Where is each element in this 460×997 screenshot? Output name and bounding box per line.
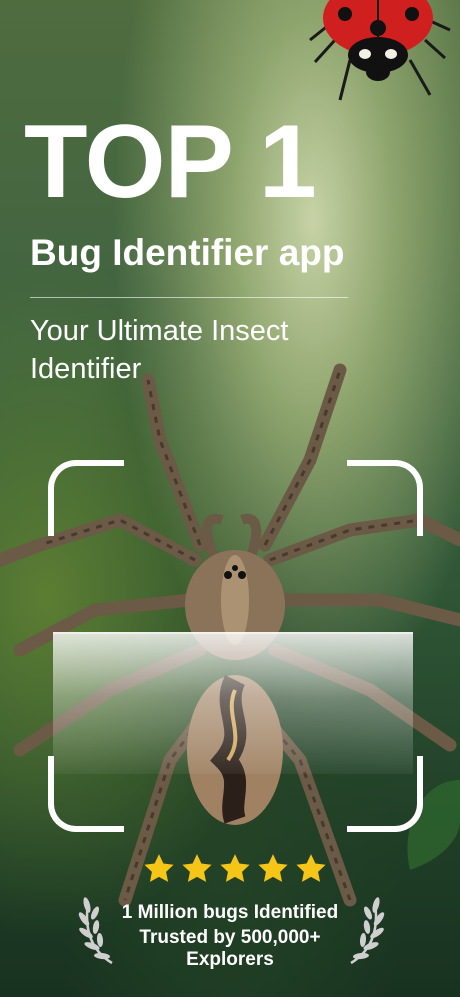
star-icon (296, 854, 326, 882)
scan-frame-corner-bottom-left (48, 756, 124, 832)
star-icon (144, 854, 174, 882)
tagline: Your Ultimate Insect Identifier (30, 315, 289, 385)
scan-frame-corner-bottom-right (347, 756, 423, 832)
scan-frame-corner-top-right (347, 460, 423, 536)
headline: TOP 1 (24, 104, 317, 220)
scan-frame-corner-top-left (48, 460, 124, 536)
scan-overlay (53, 632, 413, 774)
star-icon (182, 854, 212, 882)
stat-explorers: Explorers (186, 949, 274, 970)
star-icon (220, 854, 250, 882)
divider (30, 297, 348, 298)
stat-bugs-identified: 1 Million bugs Identified (121, 902, 339, 923)
star-icon (258, 854, 288, 882)
rating-stars (142, 852, 328, 886)
subhead: Bug Identifier app (30, 232, 345, 273)
stat-trusted-by: Trusted by 500,000+ (139, 927, 321, 948)
